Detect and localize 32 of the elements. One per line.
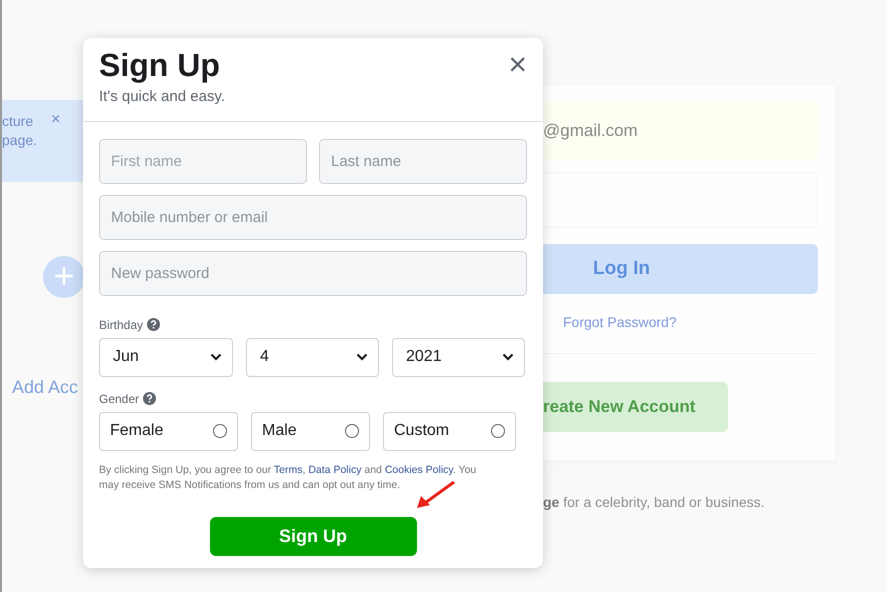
date-select[interactable]: Jun [99,338,233,376]
terms-link[interactable]: Data Policy [308,464,362,476]
name-field[interactable]: Last name [319,138,527,184]
chevron-down-icon [502,353,514,361]
close-button[interactable]: × [508,50,527,78]
radio-button[interactable] [345,424,359,438]
gender-option[interactable]: Female [99,412,238,450]
pointer-arrow [416,481,456,509]
date-select[interactable]: 2021 [392,338,525,376]
password-field[interactable] [543,172,818,228]
dialog-title: Sign Up [99,46,221,84]
help-icon[interactable] [147,318,160,331]
terms-link[interactable]: Cookies Policy [384,464,453,476]
chevron-down-icon [210,353,222,361]
birthday-label: Birthday [99,316,144,334]
dialog-subtitle: It's quick and easy. [99,87,225,107]
page-note: ge for a celebrity, band or business. [543,493,766,512]
name-field[interactable]: First name [99,138,307,184]
gender-option[interactable]: Male [251,412,370,450]
help-icon[interactable] [143,392,156,405]
radio-button[interactable] [491,424,505,438]
chevron-down-icon [356,353,368,361]
gender-label: Gender [99,390,140,408]
terms-text: By clicking Sign Up, you agree to our Terms, Data Policy and Cookies Policy. You may receive SMS Notifications from us and can opt out any time. [99,462,478,492]
gender-option[interactable]: Custom [383,412,516,450]
input-field[interactable]: New password [99,250,527,296]
banner-text: page. [2,131,38,150]
date-select[interactable]: 4 [246,338,379,376]
input-field[interactable]: Mobile number or email [99,194,527,240]
radio-button[interactable] [213,424,227,438]
banner-text: cture [2,112,34,131]
terms-link[interactable]: Terms [274,464,302,476]
